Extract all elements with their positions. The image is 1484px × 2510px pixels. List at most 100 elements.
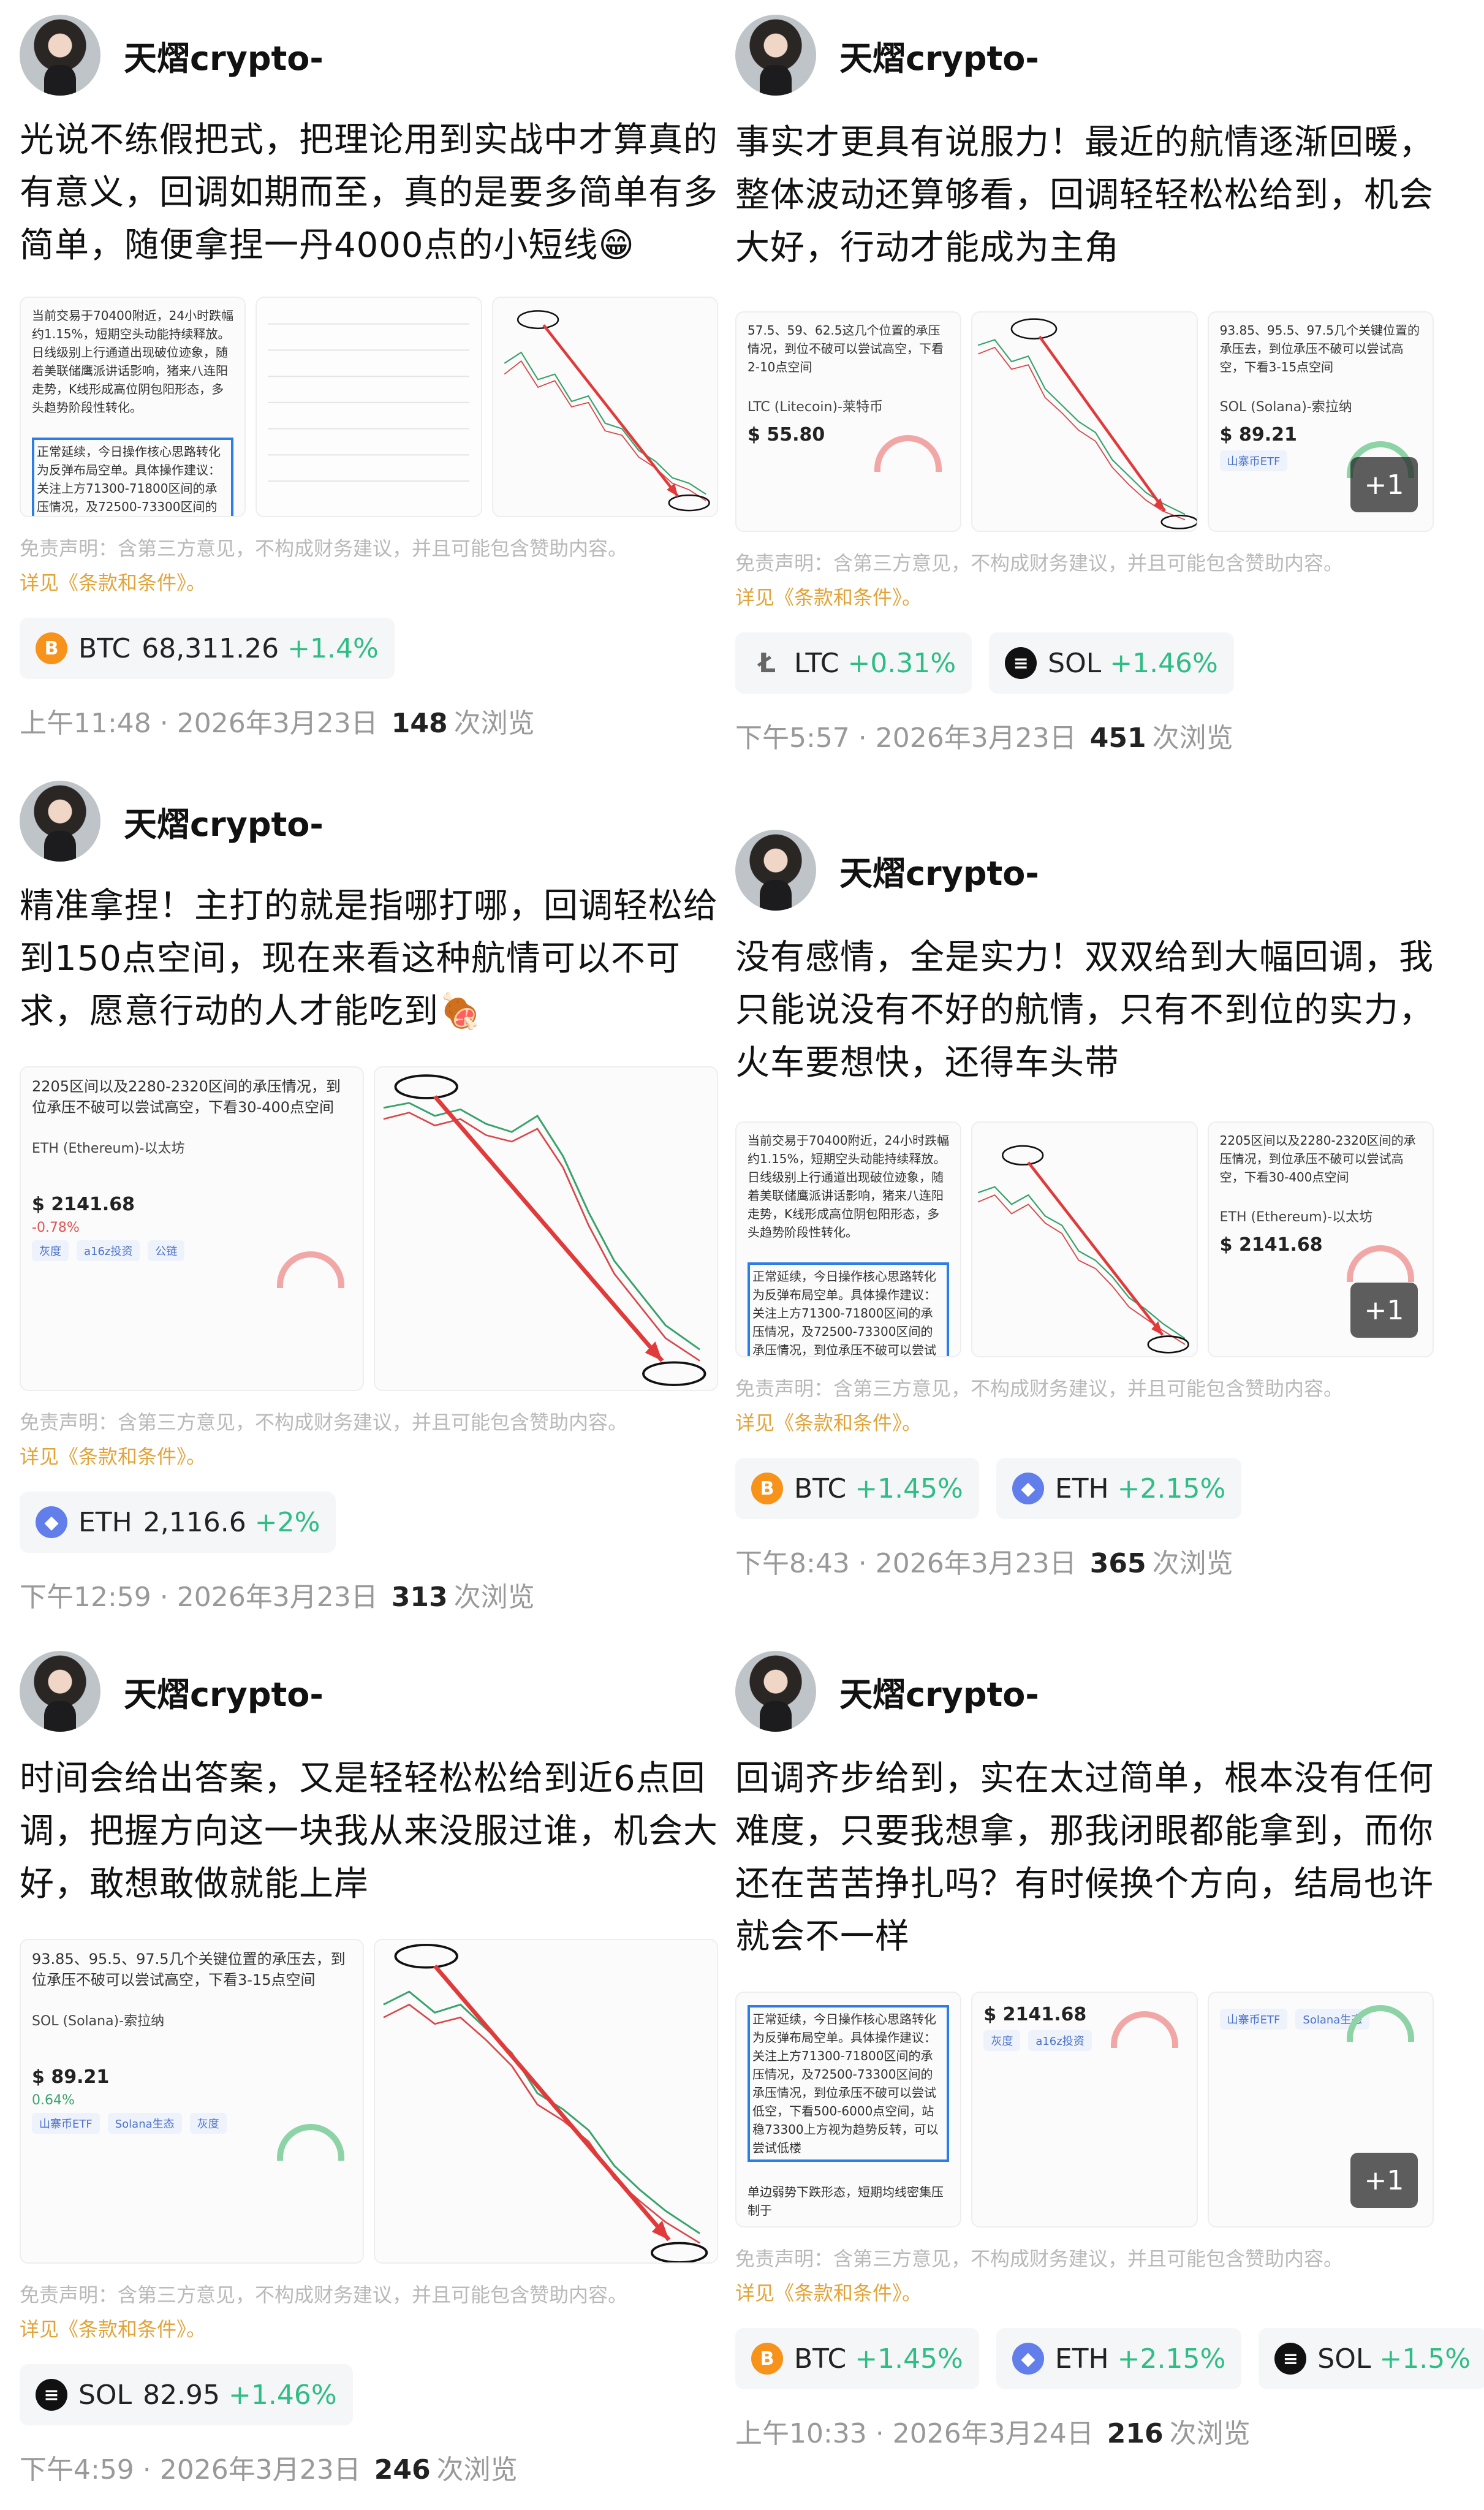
terms-link[interactable]: 详见《条款和条件》。 [735,1408,1434,1436]
tag-chip[interactable]: 山寨币ETF [1219,2009,1288,2030]
tag-chip[interactable]: a16z投资 [77,1240,140,1261]
post-author-row[interactable]: 天熠crypto- [735,827,1434,913]
post-time: 下午4:59 · 2026年3月23日 [20,2454,361,2485]
ticker-chip-eth[interactable]: ◆ ETH 2,116.6 +2% [20,1492,336,1553]
post-meta: 上午11:48 · 2026年3月23日 148 次浏览 [20,701,718,740]
ticker-chip-ltc[interactable]: Ł LTC +0.31% [735,632,972,694]
more-images-badge[interactable]: +1 [1350,2153,1418,2208]
ticker-chip-btc[interactable]: B BTC +1.45% [735,1458,979,1519]
post-card[interactable]: 天熠crypto- 时间会给出答案，又是轻轻松松给到近6点回调，把握方向这一块我… [20,1648,718,2487]
ticker-price: 2,116.6 [143,1506,246,1538]
post-media[interactable]: 当前交易于70400附近，24小时跌幅约1.15%，短期空头动能持续释放。日线级… [735,1121,1434,1357]
author-name[interactable]: 天熠crypto- [839,1667,1039,1716]
post-card[interactable]: 天熠crypto- 光说不练假把式，把理论用到实战中才算真的有意义，回调如期而至… [20,12,718,740]
ticker-symbol: BTC [794,1473,847,1504]
author-name[interactable]: 天熠crypto- [124,1667,324,1716]
bitcoin-icon: B [36,632,67,664]
avatar[interactable] [735,830,816,911]
post-author-row[interactable]: 天熠crypto- [20,1648,718,1734]
thumbnail-coin-card[interactable]: 93.85、95.5、97.5几个关键位置的承压去，到位承压不破可以尝试高空，下… [1207,311,1434,532]
thumbnail-price-chart[interactable] [374,1066,718,1391]
litecoin-icon: Ł [758,647,776,679]
post-card[interactable]: 天熠crypto- 没有感情，全是实力！双双给到大幅回调，我只能说没有不好的航情… [735,827,1434,1580]
post-author-row[interactable]: 天熠crypto- [735,12,1434,98]
ticker-change: +2.15% [1117,1473,1226,1504]
terms-link[interactable]: 详见《条款和条件》。 [20,2314,718,2342]
post-text: 回调齐步给到，实在太过简单，根本没有任何难度，只要我想拿，那我闭眼都能拿到，而你… [735,1759,1434,1957]
ticker-symbol: BTC [78,632,131,664]
avatar[interactable] [735,1651,816,1732]
avatar[interactable] [20,781,100,862]
thumbnail-coin-card[interactable]: $ 2141.68 灰度 a16z投资 [971,1992,1198,2228]
thumbnail-coin-card[interactable]: 山寨币ETF Solana生态 +1 [1207,1992,1434,2228]
avatar[interactable] [735,15,816,96]
author-name[interactable]: 天熠crypto- [124,797,324,846]
ticker-chip-sol[interactable]: ≡ SOL +1.46% [989,632,1234,694]
more-images-badge[interactable]: +1 [1350,457,1418,512]
thumbnail-coin-card[interactable]: 2205区间以及2280-2320区间的承压情况，到位承压不破可以尝试高空，下看… [1207,1121,1434,1357]
highlighted-analysis: 正常延续，今日操作核心思路转化为反弹布局空单。具体操作建议：关注上方71300-… [748,1262,950,1356]
post-media[interactable]: 57.5、59、62.5这几个位置的承压情况，到位不破可以尝试高空，下看2-10… [735,311,1434,532]
post-card[interactable]: 天熠crypto- 精准拿捏！主打的就是指哪打哪，回调轻松给到150点空间，现在… [20,778,718,1614]
ethereum-icon: ◆ [1012,2343,1044,2375]
analysis-text: 93.85、95.5、97.5几个关键位置的承压去，到位承压不破可以尝试高空，下… [32,1951,346,1989]
thumbnail-price-chart[interactable] [971,1121,1198,1357]
thumbnail-analysis-text[interactable]: 正常延续，今日操作核心思路转化为反弹布局空单。具体操作建议：关注上方71300-… [735,1992,962,2228]
avatar[interactable] [20,15,100,96]
ticker-list: B BTC +1.45% ◆ ETH +2.15% [735,1458,1434,1519]
thumbnail-analysis-text[interactable]: 当前交易于70400附近，24小时跌幅约1.15%，短期空头动能持续释放。日线级… [735,1121,962,1357]
tag-chip[interactable]: 公链 [148,1240,185,1261]
avatar[interactable] [20,1651,100,1732]
thumbnail-coin-card[interactable]: 57.5、59、62.5这几个位置的承压情况，到位不破可以尝试高空，下看2-10… [735,311,962,532]
ticker-symbol: SOL [1317,2343,1371,2375]
post-author-row[interactable]: 天熠crypto- [20,778,718,864]
post-media[interactable]: 93.85、95.5、97.5几个关键位置的承压去，到位承压不破可以尝试高空，下… [20,1939,718,2264]
post-author-row[interactable]: 天熠crypto- [735,1648,1434,1734]
ticker-list: Ł LTC +0.31% ≡ SOL +1.46% [735,632,1434,694]
thumbnail-trade-record[interactable] [256,297,482,517]
author-name[interactable]: 天熠crypto- [124,31,324,80]
coin-change: 0.64% [32,2093,75,2108]
ticker-chip-eth[interactable]: ◆ ETH +2.15% [996,2328,1242,2389]
tag-chip[interactable]: 灰度 [983,2030,1021,2051]
post-media[interactable]: 正常延续，今日操作核心思路转化为反弹布局空单。具体操作建议：关注上方71300-… [735,1992,1434,2228]
tag-chip[interactable]: 灰度 [32,1240,69,1261]
terms-link[interactable]: 详见《条款和条件》。 [20,567,718,596]
thumbnail-price-chart[interactable] [374,1939,718,2264]
thumbnail-analysis-text[interactable]: 当前交易于70400附近，24小时跌幅约1.15%，短期空头动能持续释放。日线级… [20,297,246,517]
terms-link[interactable]: 详见《条款和条件》。 [735,582,1434,610]
terms-link[interactable]: 详见《条款和条件》。 [735,2278,1434,2306]
view-label: 次浏览 [453,708,535,739]
post-media[interactable]: 当前交易于70400附近，24小时跌幅约1.15%，短期空头动能持续释放。日线级… [20,297,718,517]
ticker-chip-sol[interactable]: ≡ SOL 82.95 +1.46% [20,2364,353,2425]
post-author-row[interactable]: 天熠crypto- [20,12,718,98]
thumbnail-price-chart[interactable] [971,311,1198,532]
coin-change: -0.78% [32,1220,80,1235]
ticker-chip-sol[interactable]: ≡ SOL +1.5% [1259,2328,1484,2389]
more-images-badge[interactable]: +1 [1350,1283,1418,1338]
author-name[interactable]: 天熠crypto- [839,846,1039,895]
disclaimer: 免责声明：含第三方意见，不构成财务建议，并且可能包含赞助内容。 [20,1411,628,1434]
ticker-chip-btc[interactable]: B BTC +1.45% [735,2328,979,2389]
solana-icon: ≡ [1274,2343,1307,2375]
terms-link[interactable]: 详见《条款和条件》。 [20,1441,718,1469]
analysis-text: 2205区间以及2280-2320区间的承压情况，到位承压不破可以尝试高空，下看… [32,1078,341,1116]
author-name[interactable]: 天熠crypto- [839,31,1039,80]
tag-chip[interactable]: a16z投资 [1028,2030,1092,2051]
analysis-text: 当前交易于70400附近，24小时跌幅约1.15%，短期空头动能持续释放。日线级… [32,308,234,415]
ticker-symbol: BTC [794,2343,847,2375]
post-card[interactable]: 天熠crypto- 事实才更具有说服力！最近的航情逐渐回暖，整体波动还算够看，回… [735,12,1434,755]
thumbnail-price-chart[interactable] [491,297,718,517]
post-card[interactable]: 天熠crypto- 回调齐步给到，实在太过简单，根本没有任何难度，只要我想拿，那… [735,1648,1484,2451]
tag-chip[interactable]: 灰度 [189,2113,227,2134]
tag-chip[interactable]: 山寨币ETF [32,2113,100,2134]
tag-chip[interactable]: 山寨币ETF [1219,450,1288,471]
thumbnail-coin-card[interactable]: 2205区间以及2280-2320区间的承压情况，到位承压不破可以尝试高空，下看… [20,1066,364,1391]
view-count: 365 [1089,1548,1146,1579]
post-media[interactable]: 2205区间以及2280-2320区间的承压情况，到位承压不破可以尝试高空，下看… [20,1066,718,1391]
ticker-chip-eth[interactable]: ◆ ETH +2.15% [996,1458,1242,1519]
thumbnail-coin-card[interactable]: 93.85、95.5、97.5几个关键位置的承压去，到位承压不破可以尝试高空，下… [20,1939,364,2264]
tag-chip[interactable]: Solana生态 [107,2113,182,2134]
ticker-chip-btc[interactable]: B BTC 68,311.26 +1.4% [20,618,395,679]
ethereum-icon: ◆ [1012,1473,1044,1504]
